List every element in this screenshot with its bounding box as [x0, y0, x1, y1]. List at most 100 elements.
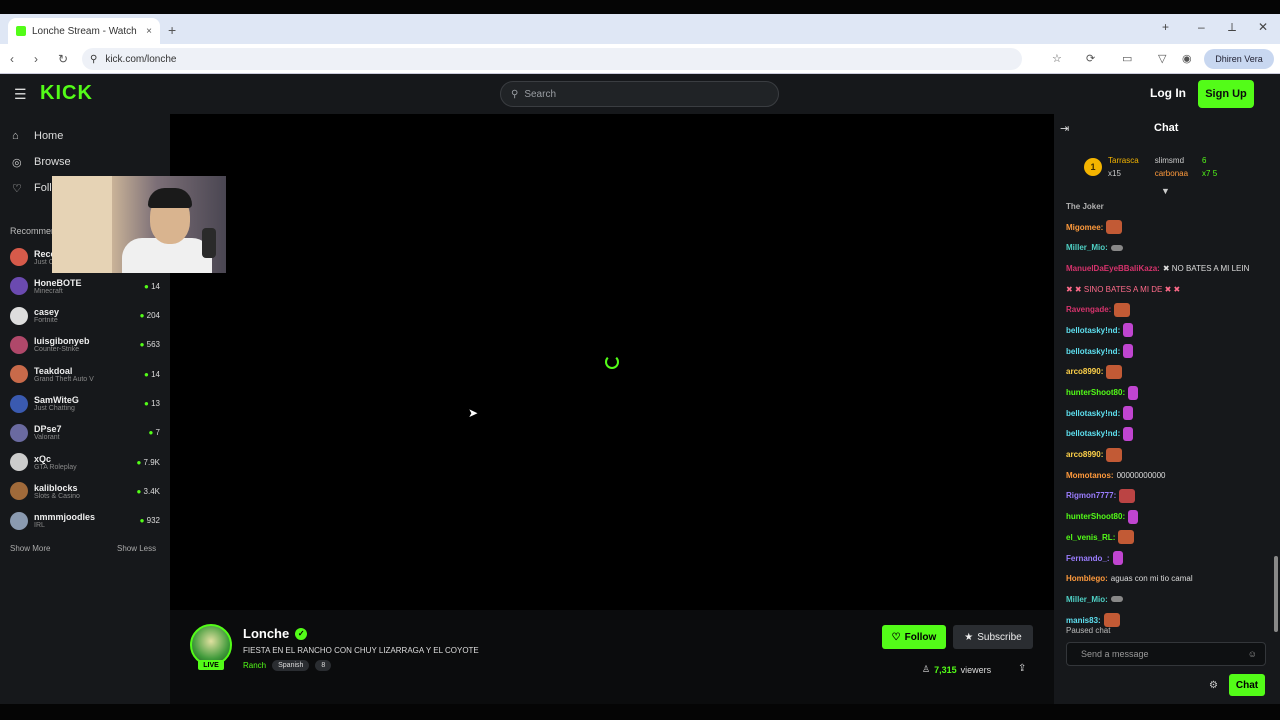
- subscribe-label: Subscribe: [977, 631, 1022, 643]
- profile-button[interactable]: Dhiren Vera: [1204, 49, 1274, 69]
- channel-name: SamWiteG: [34, 395, 79, 405]
- follow-button[interactable]: ♡ Follow: [882, 625, 946, 649]
- chat-username[interactable]: bellotasky!nd:: [1066, 409, 1120, 418]
- channel-meta: xQc GTA Roleplay: [34, 454, 130, 471]
- chat-message: bellotasky!nd:: [1066, 320, 1266, 341]
- streamer-name[interactable]: Lonche ✓: [243, 626, 308, 641]
- sidebar-channel[interactable]: nmmmjoodles IRL ● 932: [10, 508, 160, 534]
- chat-emote-icon: [1123, 426, 1134, 441]
- channel-name: HoneBOTE: [34, 277, 82, 288]
- extension-icon[interactable]: ⟳: [1086, 52, 1095, 65]
- chat-message: Homblego: aguas con mi tio camal: [1066, 568, 1266, 589]
- chat-username[interactable]: Fernando_:: [1066, 554, 1110, 563]
- chat-username[interactable]: Homblego:: [1066, 574, 1108, 583]
- chat-message: Migomee:: [1066, 217, 1266, 238]
- category-link[interactable]: Ranch: [243, 661, 266, 670]
- search-input[interactable]: ⚲ Search: [500, 81, 779, 107]
- chrome-icon[interactable]: ◉: [1182, 52, 1192, 65]
- chat-username[interactable]: Momotanos:: [1066, 471, 1114, 480]
- channel-avatar: [10, 394, 28, 413]
- live-badge: LIVE: [198, 660, 224, 670]
- chat-input-placeholder: Send a message: [1081, 649, 1149, 659]
- chat-text: 00000000000: [1116, 470, 1166, 480]
- chat-leaderboard[interactable]: 1 Tarrasca x15 slimsmd carbonaa 6 x7 5: [1084, 150, 1254, 184]
- kick-logo[interactable]: KICK: [40, 82, 93, 105]
- chat-text: ✖ ✖ SINO BATES A MI DE ✖ ✖: [1066, 284, 1181, 294]
- chat-username[interactable]: Miller_Mio:: [1066, 595, 1108, 604]
- sidebar-channel[interactable]: luisgibonyeb Counter-Strike ● 563: [10, 332, 160, 358]
- subscribe-button[interactable]: ★ Subscribe: [953, 625, 1033, 649]
- show-more-button[interactable]: Show More: [10, 544, 50, 553]
- close-window-icon[interactable]: ✕: [1258, 20, 1268, 34]
- channel-meta: nmmmjoodles IRL: [34, 512, 134, 529]
- sidebar-channel[interactable]: SamWiteG Just Chatting ● 13: [10, 391, 160, 417]
- share-icon[interactable]: ⇪: [1018, 663, 1026, 674]
- collapse-chat-icon[interactable]: ⇥: [1060, 122, 1069, 135]
- chat-message: The Joker: [1066, 196, 1266, 217]
- chat-username[interactable]: bellotasky!nd:: [1066, 347, 1120, 356]
- signup-button[interactable]: Sign Up: [1198, 80, 1254, 108]
- chat-paused-label[interactable]: Paused chat: [1066, 626, 1110, 635]
- url-field[interactable]: ⚲ kick.com/lonche: [82, 48, 1022, 70]
- show-less-button[interactable]: Show Less: [117, 544, 156, 553]
- chat-message: ManuelDaEyeBBaliKaza: ✖ NO BATES A MI LEI…: [1066, 258, 1266, 279]
- new-tab-button[interactable]: +: [168, 22, 176, 38]
- tag-chip[interactable]: Spanish: [272, 660, 310, 671]
- verified-badge-icon: ✓: [295, 627, 308, 640]
- chat-username[interactable]: bellotasky!nd:: [1066, 326, 1120, 335]
- restore-icon[interactable]: ⟂: [1228, 20, 1236, 35]
- kick-favicon-icon: [16, 26, 26, 36]
- site-info-icon[interactable]: ⚲: [90, 54, 97, 65]
- chat-username[interactable]: Rigmon7777:: [1066, 491, 1116, 500]
- sidebar-channel[interactable]: Teakdoal Grand Theft Auto V ● 14: [10, 361, 160, 387]
- back-icon[interactable]: ‹: [10, 52, 14, 66]
- chat-username[interactable]: Miller_Mio:: [1066, 243, 1108, 252]
- emote-picker-icon[interactable]: ☺: [1248, 649, 1257, 659]
- login-button[interactable]: Log In: [1150, 86, 1186, 100]
- chat-message: hunterShoot80:: [1066, 382, 1266, 403]
- star-icon: ★: [964, 631, 974, 643]
- send-chat-button[interactable]: Chat: [1229, 674, 1265, 696]
- channel-meta: casey Fortnite: [34, 307, 134, 324]
- tab-close-icon[interactable]: ×: [146, 26, 152, 37]
- minimize-icon[interactable]: –: [1198, 20, 1205, 34]
- menu-icon[interactable]: ☰: [14, 86, 27, 103]
- channel-category: GTA Roleplay: [34, 463, 77, 471]
- chat-username[interactable]: hunterShoot80:: [1066, 512, 1125, 521]
- chat-username[interactable]: arco8990:: [1066, 450, 1103, 459]
- chat-username[interactable]: Migomee:: [1066, 223, 1103, 232]
- chat-message-input[interactable]: Send a message ☺: [1066, 642, 1266, 666]
- chat-settings-icon[interactable]: ⚙: [1209, 680, 1218, 691]
- channel-name: DPse7: [34, 424, 62, 435]
- sidebar-item-home[interactable]: ⌂ Home: [12, 130, 63, 142]
- chat-username[interactable]: The Joker: [1066, 202, 1104, 211]
- chat-emote-icon: [1123, 344, 1134, 359]
- sidebar-channel[interactable]: kaliblocks Slots & Casino ● 3.4K: [10, 478, 160, 504]
- sidebar-channel[interactable]: xQc GTA Roleplay ● 7.9K: [10, 449, 160, 475]
- chat-username[interactable]: arco8990:: [1066, 367, 1103, 376]
- forward-icon[interactable]: ›: [34, 52, 38, 66]
- viewers-icon: ♙: [922, 664, 931, 674]
- live-dot-icon: ●: [139, 311, 147, 321]
- chat-username[interactable]: el_venis_RL:: [1066, 533, 1115, 542]
- bookmark-star-icon[interactable]: ☆: [1052, 52, 1062, 65]
- chat-username[interactable]: manis83:: [1066, 616, 1101, 625]
- channel-viewers: ● 3.4K: [136, 487, 160, 496]
- sidebar-panel-icon[interactable]: ▭: [1122, 52, 1132, 65]
- channel-meta: luisgibonyeb Counter-Strike: [34, 336, 134, 353]
- chat-username[interactable]: Ravengade:: [1066, 305, 1111, 314]
- profile-shield-icon[interactable]: ▽: [1158, 52, 1166, 65]
- sidebar-channel[interactable]: casey Fortnite ● 204: [10, 303, 160, 329]
- reload-icon[interactable]: ↻: [58, 52, 68, 66]
- browser-tab[interactable]: Lonche Stream - Watch Live on Kick ×: [8, 18, 160, 44]
- add-icon[interactable]: +: [1162, 20, 1169, 34]
- sidebar-channel[interactable]: HoneBOTE Minecraft ● 14: [10, 273, 160, 299]
- tag-chip[interactable]: 8: [315, 660, 332, 671]
- chat-username[interactable]: hunterShoot80:: [1066, 388, 1125, 397]
- chevron-down-icon[interactable]: ▼: [1161, 186, 1170, 196]
- sidebar-channel[interactable]: DPse7 Valorant ● 7: [10, 420, 160, 446]
- chat-username[interactable]: bellotasky!nd:: [1066, 429, 1120, 438]
- chat-scrollbar[interactable]: [1274, 556, 1278, 632]
- chat-username[interactable]: ManuelDaEyeBBaliKaza:: [1066, 264, 1160, 273]
- sidebar-item-browse[interactable]: ◎ Browse: [12, 156, 71, 169]
